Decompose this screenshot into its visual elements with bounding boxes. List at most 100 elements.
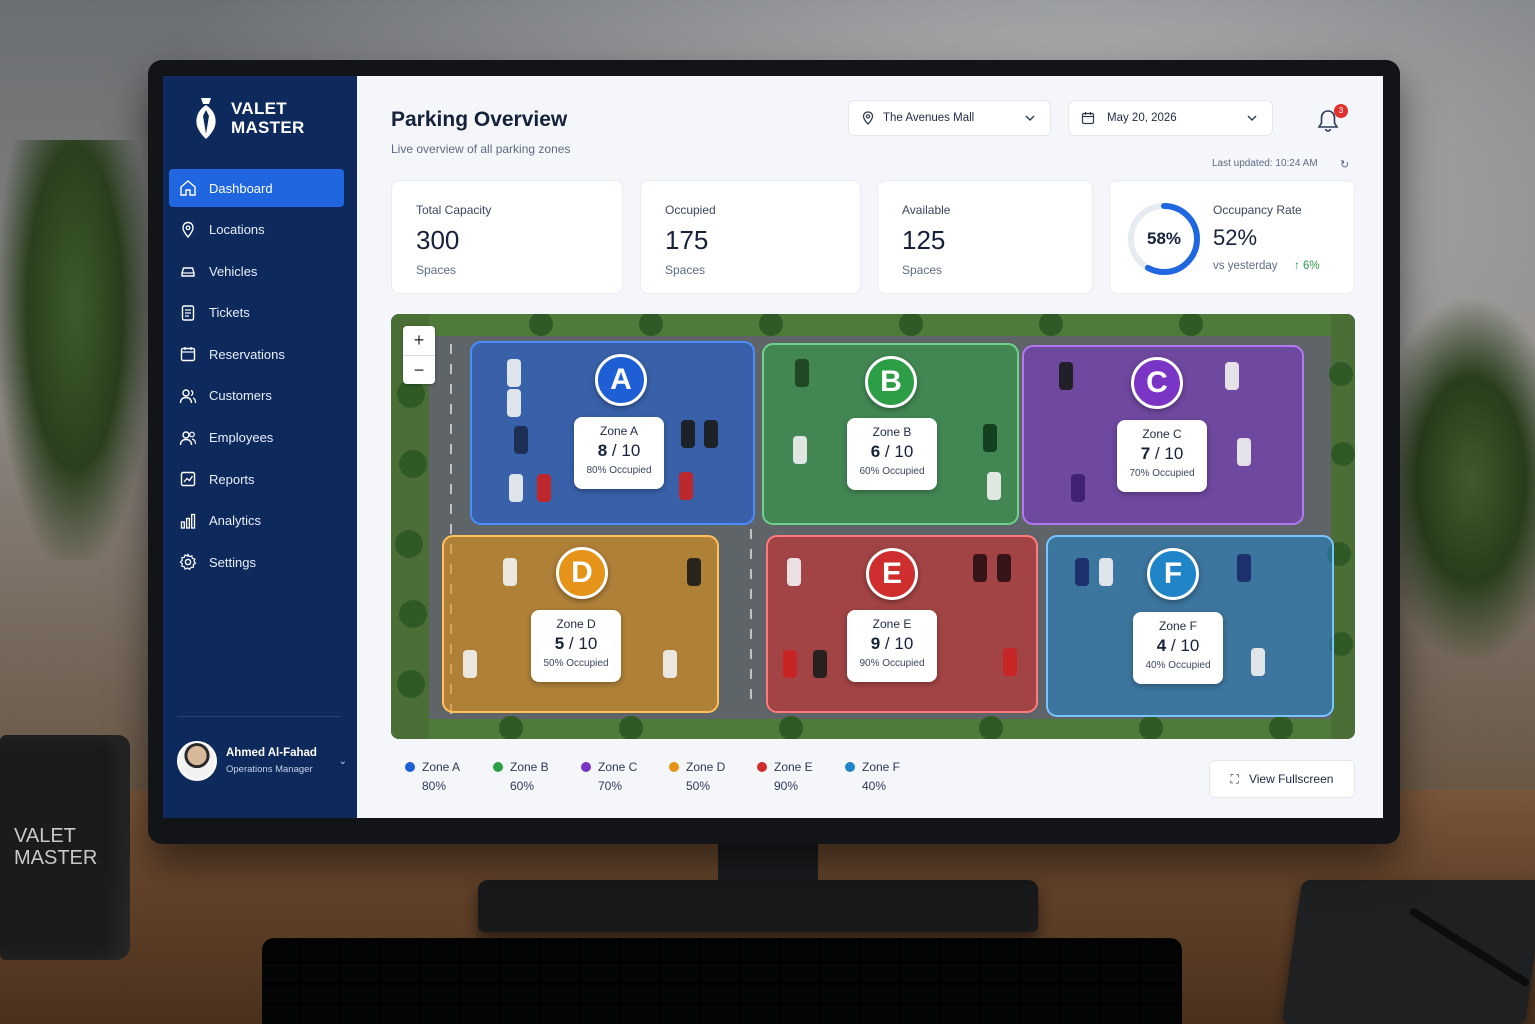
zone-count: 4 / 10 xyxy=(1133,636,1223,656)
zone-card-f[interactable]: Zone F 4 / 10 40% Occupied xyxy=(1133,612,1223,684)
zone-capacity: / 10 xyxy=(1170,636,1200,655)
sidebar-item-label: Reservations xyxy=(209,346,285,362)
legend-label: Zone D xyxy=(686,760,726,774)
user-profile[interactable]: Ahmed Al-Fahad Operations Manager ⌄ xyxy=(177,741,347,781)
zone-count: 8 / 10 xyxy=(574,441,664,461)
sidebar-item-label: Locations xyxy=(209,222,265,238)
sidebar-nav: Dashboard Locations Vehicles Tickets Reserva… xyxy=(169,169,344,585)
parking-map[interactable]: + − A Zone A 8 / 10 80% Occupied B Zone B 6 / … xyxy=(391,314,1355,739)
zone-card-d[interactable]: Zone D 5 / 10 50% Occupied xyxy=(531,610,621,682)
monitor-base xyxy=(478,880,1038,932)
occupancy-ring-value: 58% xyxy=(1146,229,1182,248)
sidebar-item-tickets[interactable]: Tickets xyxy=(169,294,344,332)
sidebar-item-settings[interactable]: Settings xyxy=(169,543,344,581)
comparison-label: vs yesterday xyxy=(1213,260,1278,272)
view-fullscreen-button[interactable]: ⛶ View Fullscreen xyxy=(1209,760,1355,798)
zone-count: 6 / 10 xyxy=(847,442,937,462)
sidebar-item-reports[interactable]: Reports xyxy=(169,460,344,498)
legend-item-zone-b[interactable]: Zone B 60% xyxy=(493,760,581,793)
legend-percent: 80% xyxy=(422,779,447,793)
legend-item-zone-c[interactable]: Zone C 70% xyxy=(581,760,669,793)
zone-card-a[interactable]: Zone A 8 / 10 80% Occupied xyxy=(574,417,664,489)
location-select[interactable]: The Avenues Mall xyxy=(848,100,1051,136)
stat-label: Occupied xyxy=(665,203,716,217)
legend-dot xyxy=(493,762,503,772)
zone-count: 5 / 10 xyxy=(531,634,621,654)
legend-label: Zone C xyxy=(598,760,638,774)
sidebar-item-customers[interactable]: Customers xyxy=(169,377,344,415)
legend-percent: 50% xyxy=(686,779,711,793)
zone-name: Zone C xyxy=(1142,427,1182,441)
stat-label: Available xyxy=(902,203,951,217)
report-icon xyxy=(180,471,196,487)
zoom-out-button[interactable]: − xyxy=(403,355,435,384)
zoom-in-button[interactable]: + xyxy=(403,326,435,355)
stat-value: 52% xyxy=(1213,225,1258,250)
zone-capacity: / 10 xyxy=(884,442,914,461)
app-window: VALET MASTER Dashboard Locations Vehicles Ti… xyxy=(163,76,1383,818)
zone-name: Zone F xyxy=(1158,619,1197,633)
zone-name: Zone E xyxy=(872,617,912,631)
main-content: Parking Overview Live overview of all pa… xyxy=(357,76,1383,818)
stat-unit: Spaces xyxy=(665,263,706,277)
sidebar-item-employees[interactable]: Employees xyxy=(169,419,344,457)
zone-card-b[interactable]: Zone B 6 / 10 60% Occupied xyxy=(847,418,937,490)
refresh-icon[interactable]: ↻ xyxy=(1340,158,1349,171)
sidebar-item-vehicles[interactable]: Vehicles xyxy=(169,252,344,290)
zone-card-c[interactable]: Zone C 7 / 10 70% Occupied xyxy=(1117,420,1207,492)
plant-left xyxy=(0,140,150,560)
zone-badge-e[interactable]: E xyxy=(866,548,918,600)
zone-badge-c[interactable]: C xyxy=(1131,357,1183,409)
user-name: Ahmed Al-Fahad xyxy=(226,747,317,759)
sidebar: VALET MASTER Dashboard Locations Vehicles Ti… xyxy=(163,76,357,818)
zone-badge-f[interactable]: F xyxy=(1147,548,1199,600)
user-role: Operations Manager xyxy=(226,764,313,775)
legend-item-zone-e[interactable]: Zone E 90% xyxy=(757,760,845,793)
date-select[interactable]: May 20, 2026 xyxy=(1068,100,1273,136)
chevron-down-icon[interactable]: ⌄ xyxy=(339,756,347,767)
zone-badge-b[interactable]: B xyxy=(865,356,917,408)
legend-item-zone-f[interactable]: Zone F 40% xyxy=(845,760,933,793)
view-fullscreen-label: View Fullscreen xyxy=(1248,772,1334,786)
legend-percent: 90% xyxy=(774,779,799,793)
map-pin-icon xyxy=(182,221,194,238)
zone-occupied: 5 xyxy=(554,634,565,653)
page-subtitle: Live overview of all parking zones xyxy=(391,142,571,156)
sidebar-item-reservations[interactable]: Reservations xyxy=(169,335,344,373)
zone-occupancy: 80% Occupied xyxy=(586,465,652,476)
legend-label: Zone B xyxy=(510,760,549,774)
zone-capacity: / 10 xyxy=(1154,444,1184,463)
legend-item-zone-a[interactable]: Zone A 80% xyxy=(405,760,493,793)
home-icon xyxy=(180,180,196,196)
sidebar-item-label: Reports xyxy=(209,471,255,487)
zone-occupied: 4 xyxy=(1156,636,1167,655)
sidebar-item-label: Tickets xyxy=(209,305,250,321)
legend-item-zone-d[interactable]: Zone D 50% xyxy=(669,760,757,793)
zone-legend: Zone A 80% Zone B 60% Zone C 70% Zone D 50% Zone… xyxy=(405,760,933,793)
valet-logo-icon xyxy=(196,98,216,139)
zone-card-e[interactable]: Zone E 9 / 10 90% Occupied xyxy=(847,610,937,682)
sidebar-item-label: Dashboard xyxy=(209,180,273,196)
legend-dot xyxy=(669,762,679,772)
zone-name: Zone D xyxy=(556,617,596,631)
zone-badge-d[interactable]: D xyxy=(556,547,608,599)
mug-logo: VALET MASTER xyxy=(14,825,98,869)
sidebar-item-locations[interactable]: Locations xyxy=(169,211,344,249)
brand-name: VALET MASTER xyxy=(231,99,305,137)
legend-dot xyxy=(845,762,855,772)
sidebar-item-analytics[interactable]: Analytics xyxy=(169,502,344,540)
legend-dot xyxy=(581,762,591,772)
brand-logo[interactable]: VALET MASTER xyxy=(193,96,305,140)
sidebar-item-label: Analytics xyxy=(209,513,262,529)
stat-card-occupancy-rate: 58% Occupancy Rate 52% vs yesterday ↑ 6% xyxy=(1109,180,1355,294)
sidebar-item-label: Settings xyxy=(209,554,256,570)
notification-badge: 3 xyxy=(1334,104,1348,118)
sidebar-item-dashboard[interactable]: Dashboard xyxy=(169,169,344,207)
trend-delta: ↑ 6% xyxy=(1294,260,1320,272)
date-value: May 20, 2026 xyxy=(1107,112,1177,124)
stat-card-occupied: Occupied 175 Spaces xyxy=(640,180,861,294)
zone-badge-a[interactable]: A xyxy=(595,354,647,406)
stat-value: 125 xyxy=(902,225,946,255)
zone-capacity: / 10 xyxy=(568,634,598,653)
legend-label: Zone E xyxy=(774,760,813,774)
